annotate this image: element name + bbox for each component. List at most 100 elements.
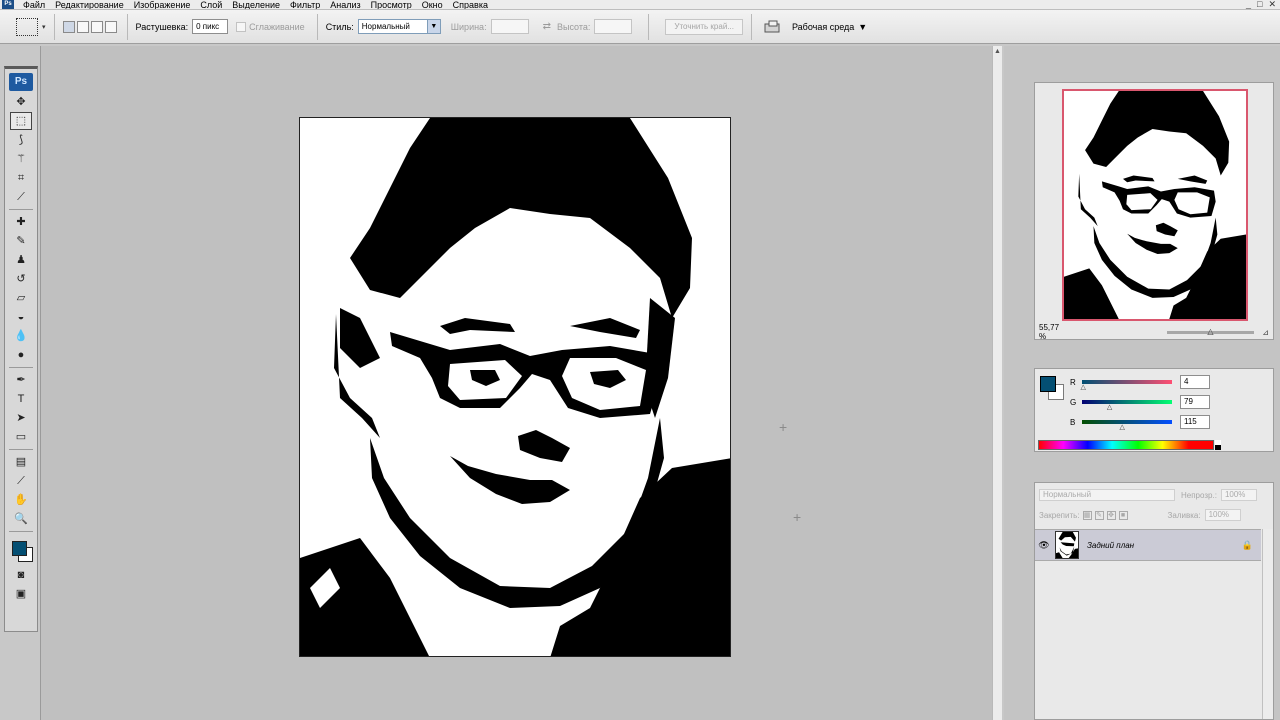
menu-layer[interactable]: Слой — [195, 0, 227, 9]
width-input[interactable] — [490, 19, 529, 34]
eye-icon[interactable]: 👁 — [1035, 540, 1053, 551]
opacity-input[interactable]: 100% — [1220, 489, 1257, 501]
eraser-icon[interactable]: ▱ — [10, 289, 32, 307]
paint-bucket-icon[interactable]: ◒ — [10, 308, 32, 326]
restore-icon[interactable]: □ — [1257, 0, 1262, 9]
history-brush-icon[interactable]: ↺ — [10, 270, 32, 288]
bridge-icon[interactable] — [764, 20, 782, 34]
lock-transparency-icon[interactable]: ▦ — [1082, 510, 1092, 520]
notes-icon[interactable]: ▤ — [10, 453, 32, 471]
photoshop-window: Ps Файл Редактирование Изображение Слой … — [0, 0, 1280, 720]
menu-edit[interactable]: Редактирование — [50, 0, 129, 9]
style-value: Нормальный — [361, 22, 410, 31]
green-slider[interactable]: △ — [1082, 400, 1172, 411]
vertical-scrollbar[interactable]: ▲ — [992, 46, 1002, 720]
menu-select[interactable]: Выделение — [227, 0, 285, 9]
navigator-thumbnail[interactable] — [1062, 89, 1248, 321]
zoom-value[interactable]: 55,77 % — [1039, 323, 1067, 341]
style-group: Стиль: Нормальный ▼ Ширина: ⇄ Высота: — [316, 13, 650, 40]
hand-icon[interactable]: ✋ — [10, 491, 32, 509]
tool-list: ✥ ⬚ ⟆ ⚚ ⌗ ⟋ ✚ ✎ ♟ ↺ ▱ ◒ 💧 ● ✒ T ➤ ▭ ▤ ⟋ ✋ 🔍 — [5, 93, 37, 528]
lock-icon: 🔒 — [1241, 539, 1253, 550]
zoom-slider-handle[interactable]: △ — [1207, 327, 1213, 336]
menu-window[interactable]: Окно — [417, 0, 448, 9]
green-slider-handle[interactable]: △ — [1107, 403, 1112, 411]
document-canvas[interactable] — [299, 117, 731, 657]
screen-mode-icon[interactable]: ▣ — [10, 585, 32, 603]
rectangle-shape-icon[interactable]: ▭ — [10, 428, 32, 446]
red-value-input[interactable]: 4 — [1180, 375, 1210, 389]
red-slider-handle[interactable]: △ — [1080, 383, 1085, 391]
brush-icon[interactable]: ✎ — [10, 232, 32, 250]
foreground-color-swatch[interactable] — [1040, 376, 1056, 392]
zoom-in-icon[interactable]: ⊿ — [1262, 328, 1269, 337]
marquee-icon[interactable]: ⬚ — [10, 112, 32, 130]
color-spectrum-bar[interactable] — [1038, 440, 1214, 450]
red-slider[interactable]: △ — [1080, 380, 1172, 391]
tool-preset-picker[interactable]: ▾ — [8, 13, 55, 40]
blue-channel: B △ 115 — [1070, 415, 1210, 431]
green-value-input[interactable]: 79 — [1180, 395, 1210, 409]
color-panel: R △ 4 G △ 79 B △ 115 — [1034, 368, 1274, 452]
options-bar: ▾ Растушевка: 0 пикс Сглаживание Стиль: … — [0, 10, 1280, 44]
clone-stamp-icon[interactable]: ♟ — [10, 251, 32, 269]
scroll-up-icon[interactable]: ▲ — [994, 48, 1001, 55]
workspace-button[interactable]: Рабочая среда ▼ — [792, 22, 867, 32]
color-sampler-icon[interactable]: ⟋ — [10, 472, 32, 490]
blend-mode-select[interactable]: Нормальный — [1039, 489, 1175, 501]
add-selection-button[interactable] — [76, 20, 89, 33]
menu-filter[interactable]: Фильтр — [285, 0, 325, 9]
foreground-color-swatch[interactable] — [12, 541, 27, 556]
red-channel: R △ 4 — [1070, 375, 1210, 391]
crop-icon[interactable]: ⌗ — [10, 169, 32, 187]
divider — [9, 531, 33, 532]
menu-view[interactable]: Просмотр — [366, 0, 417, 9]
subtract-selection-button[interactable] — [90, 20, 103, 33]
height-input[interactable] — [594, 19, 633, 34]
zoom-slider[interactable]: △ — [1167, 327, 1255, 336]
zoom-icon[interactable]: 🔍 — [10, 510, 32, 528]
lock-pixels-icon[interactable]: ✎ — [1094, 510, 1104, 520]
path-selection-icon[interactable]: ➤ — [10, 409, 32, 427]
eyedropper-icon[interactable]: ⟋ — [10, 188, 32, 206]
layers-scrollbar[interactable] — [1262, 529, 1273, 719]
close-icon[interactable]: ✕ — [1268, 0, 1276, 9]
blur-icon[interactable]: 💧 — [10, 327, 32, 345]
healing-brush-icon[interactable]: ✚ — [10, 213, 32, 231]
app-icon[interactable]: Ps — [2, 0, 14, 9]
layers-panel: Нормальный Непрозр.: 100% Закрепить: ▦ ✎… — [1034, 482, 1274, 720]
menu-image[interactable]: Изображение — [129, 0, 196, 9]
style-select[interactable]: Нормальный ▼ — [357, 19, 441, 34]
new-selection-button[interactable] — [62, 20, 75, 33]
menu-analysis[interactable]: Анализ — [325, 0, 365, 9]
feather-input[interactable]: 0 пикс — [192, 19, 229, 34]
blend-opacity-row: Нормальный Непрозр.: 100% — [1035, 485, 1273, 505]
layer-thumbnail-image — [1056, 532, 1078, 558]
pen-icon[interactable]: ✒ — [10, 371, 32, 389]
quick-mask-icon[interactable]: ◙ — [10, 566, 32, 584]
type-icon[interactable]: T — [10, 390, 32, 408]
swap-icon[interactable]: ⇄ — [543, 21, 551, 32]
lasso-icon[interactable]: ⟆ — [10, 131, 32, 149]
antialias-checkbox[interactable] — [236, 21, 247, 32]
channel-label: G — [1070, 397, 1077, 407]
green-channel: G △ 79 — [1070, 395, 1210, 411]
intersect-selection-button[interactable] — [104, 20, 117, 33]
blue-slider[interactable]: △ — [1082, 420, 1172, 431]
menu-file[interactable]: Файл — [18, 0, 50, 9]
lock-position-icon[interactable]: ✥ — [1106, 510, 1116, 520]
minimize-icon[interactable]: _ — [1246, 0, 1251, 9]
blue-slider-handle[interactable]: △ — [1120, 423, 1125, 431]
menu-help[interactable]: Справка — [448, 0, 493, 9]
fill-input[interactable]: 100% — [1204, 509, 1241, 521]
magic-wand-icon[interactable]: ⚚ — [10, 150, 32, 168]
dodge-icon[interactable]: ● — [10, 346, 32, 364]
move-icon[interactable]: ✥ — [10, 93, 32, 111]
workspace-group: Рабочая среда ▼ — [752, 14, 875, 40]
blue-value-input[interactable]: 115 — [1180, 415, 1210, 429]
refine-edge-button[interactable]: Уточнить край... — [665, 18, 743, 35]
black-white-swatch[interactable] — [1215, 440, 1221, 450]
layer-row[interactable]: 👁 Задний план 🔒 — [1035, 529, 1261, 561]
lock-all-icon[interactable]: ■ — [1118, 510, 1128, 520]
canvas-area[interactable]: + + — [40, 46, 992, 720]
